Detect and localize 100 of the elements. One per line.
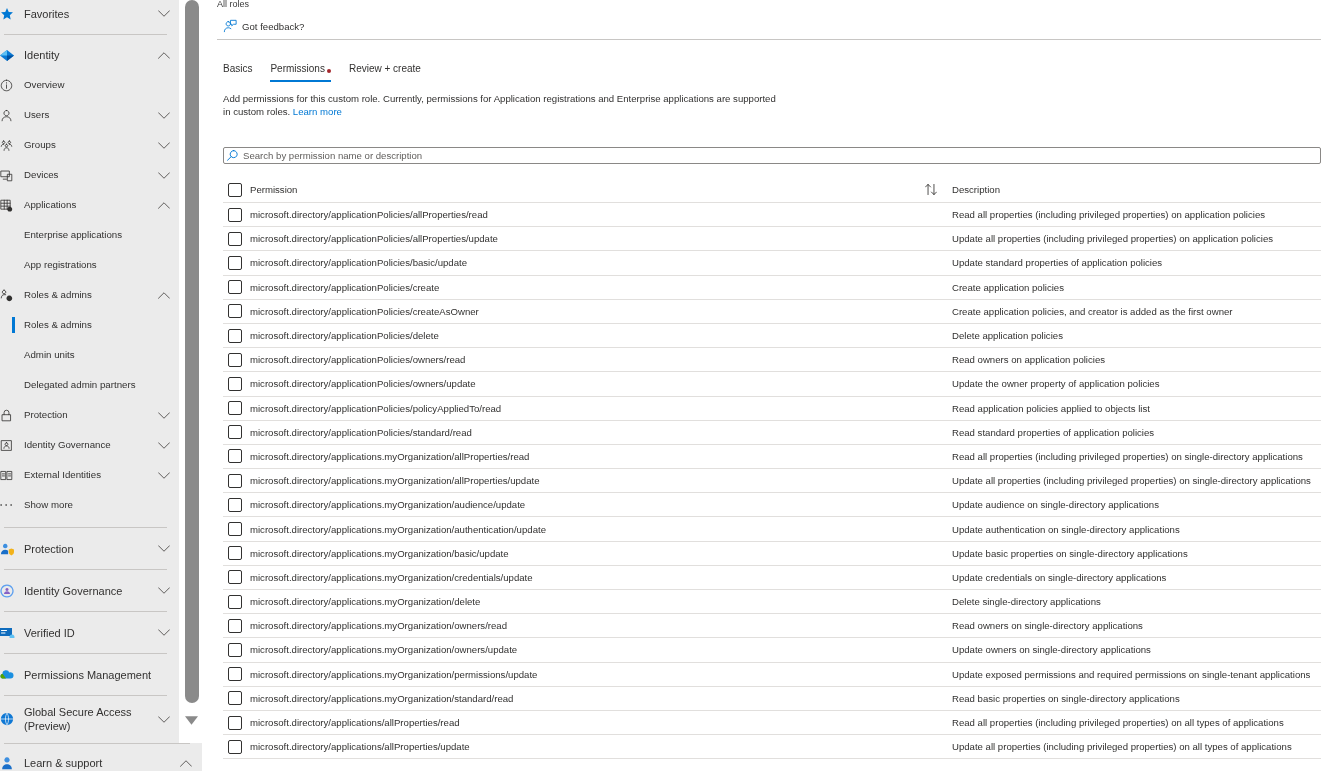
row-checkbox[interactable] [228,376,242,391]
search-icon [227,150,238,161]
tab[interactable]: Permissions [270,62,331,82]
row-checkbox[interactable] [228,352,242,367]
chevron-down-icon[interactable] [158,629,170,636]
row-checkbox[interactable] [228,546,242,561]
row-checkbox[interactable] [228,207,242,222]
description-cell: Read all properties (including privileged properties) on single-directory applications [952,450,1303,462]
nav-item[interactable]: Applications [0,197,79,213]
chevron-up-icon[interactable] [180,759,192,767]
permission-cell: microsoft.directory/applicationPolicies/policyAppliedTo/read [250,402,502,414]
nav-section-header[interactable]: Permissions Management [0,667,162,682]
nav-section-header[interactable]: Protection [0,541,150,556]
learn-more-link[interactable]: Learn more [292,106,342,117]
nav-item[interactable]: Identity Governance [0,437,113,453]
column-header[interactable]: Description [952,184,1000,195]
search-field[interactable]: Search by permission name or description [223,147,1321,164]
row-checkbox[interactable] [228,401,242,416]
row-checkbox[interactable] [228,618,242,633]
chevron-down-icon[interactable] [158,587,170,594]
nav-section-header[interactable]: Identity [0,48,150,62]
nav-section-header[interactable]: Global Secure Access (Preview) [0,705,150,733]
nav-section-header[interactable]: Identity Governance [0,583,150,598]
nav-section-header[interactable]: Learn & support [0,756,172,770]
permission-cell: microsoft.directory/applicationPolicies/createAsOwner [250,305,479,317]
nav-item[interactable]: Show more [0,497,75,513]
row-checkbox[interactable] [228,715,242,730]
description-cell: Update all properties (including privileged properties) on application policies [952,233,1274,245]
scroll-down-icon[interactable] [185,716,198,725]
chevron-down-icon[interactable] [158,441,170,449]
nav-subitem[interactable]: Roles & admins [12,317,94,333]
cloud-icon [0,670,14,679]
row-checkbox[interactable] [228,667,242,682]
permission-cell: microsoft.directory/applicationPolicies/standard/read [250,426,472,438]
nav-item[interactable]: External Identities [0,467,103,483]
star-icon [0,6,14,21]
chevron-up-icon[interactable] [158,201,170,209]
nav-item[interactable]: Overview [0,77,67,93]
chevron-down-icon[interactable] [158,471,170,479]
person-frame-icon [0,438,13,452]
row-checkbox[interactable] [228,691,242,706]
row-checkbox[interactable] [228,449,242,464]
tab[interactable]: Basics [223,62,253,82]
row-checkbox[interactable] [228,280,242,295]
row-checkbox[interactable] [228,328,242,343]
row-checkbox[interactable] [228,570,242,585]
permission-cell: microsoft.directory/applicationPolicies/owners/read [250,354,466,366]
nav-subitem[interactable]: Admin units [12,347,77,363]
grid-icon [0,198,13,212]
chevron-down-icon[interactable] [158,545,170,552]
permission-cell: microsoft.directory/applications.myOrganization/standard/read [250,692,514,704]
tab[interactable]: Review + create [348,62,421,82]
nav-subitem[interactable]: App registrations [12,257,99,273]
nav-section-header[interactable]: Verified ID [0,625,150,640]
breadcrumb-link[interactable]: All roles [217,0,249,9]
nav-item[interactable]: Protection [0,407,70,423]
nav-item[interactable]: Roles & admins [0,287,94,303]
nav-item[interactable]: Users [0,107,52,123]
permission-cell: microsoft.directory/applicationPolicies/basic/update [250,257,468,269]
devices-icon [0,168,13,182]
select-all-checkbox[interactable] [228,182,242,197]
chevron-down-icon[interactable] [158,171,170,179]
chevron-up-icon[interactable] [158,51,170,59]
permission-cell: microsoft.directory/applications/allProperties/read [250,717,460,729]
nav-item[interactable]: Groups [0,137,58,153]
row-checkbox[interactable] [228,425,242,440]
description-cell: Update the owner property of application policies [952,378,1160,390]
row-checkbox[interactable] [228,473,242,488]
column-header[interactable]: Permission [250,184,298,195]
scrollbar-thumb[interactable] [184,0,199,703]
row-checkbox[interactable] [228,739,242,754]
permission-cell: microsoft.directory/applicationPolicies/owners/update [250,378,476,390]
nav-subitem[interactable]: Enterprise applications [12,227,124,243]
chevron-down-icon[interactable] [158,715,170,723]
row-checkbox[interactable] [228,642,242,657]
chevron-down-icon[interactable] [158,10,170,17]
row-checkbox[interactable] [228,304,242,319]
row-checkbox[interactable] [228,255,242,270]
nav-subitem[interactable]: Delegated admin partners [12,377,138,393]
permission-cell: microsoft.directory/applications.myOrganization/allProperties/read [250,450,530,462]
id-card-icon [0,627,15,638]
row-checkbox[interactable] [228,231,242,246]
permission-cell: microsoft.directory/applicationPolicies/delete [250,330,439,342]
row-checkbox[interactable] [228,522,242,537]
chevron-down-icon[interactable] [158,411,170,419]
description-cell: Read owners on single-directory applications [952,620,1143,632]
description-cell: Update all properties (including privileged properties) on all types of applications [952,741,1292,753]
row-checkbox[interactable] [228,594,242,609]
nav-section-header[interactable]: Favorites [0,6,150,21]
permission-cell: microsoft.directory/applications.myOrganization/delete [250,596,481,608]
chevron-down-icon[interactable] [158,111,170,119]
row-checkbox[interactable] [228,497,242,512]
feedback-button[interactable]: Got feedback? [223,15,305,37]
person-ring-icon [0,583,14,598]
chevron-up-icon[interactable] [158,291,170,299]
sort-icon[interactable] [925,184,937,195]
chevron-down-icon[interactable] [158,141,170,149]
description-cell: Update exposed permissions and required permissions on single-tenant applications [952,668,1311,680]
description-cell: Read owners on application policies [952,354,1106,366]
nav-item[interactable]: Devices [0,167,61,183]
